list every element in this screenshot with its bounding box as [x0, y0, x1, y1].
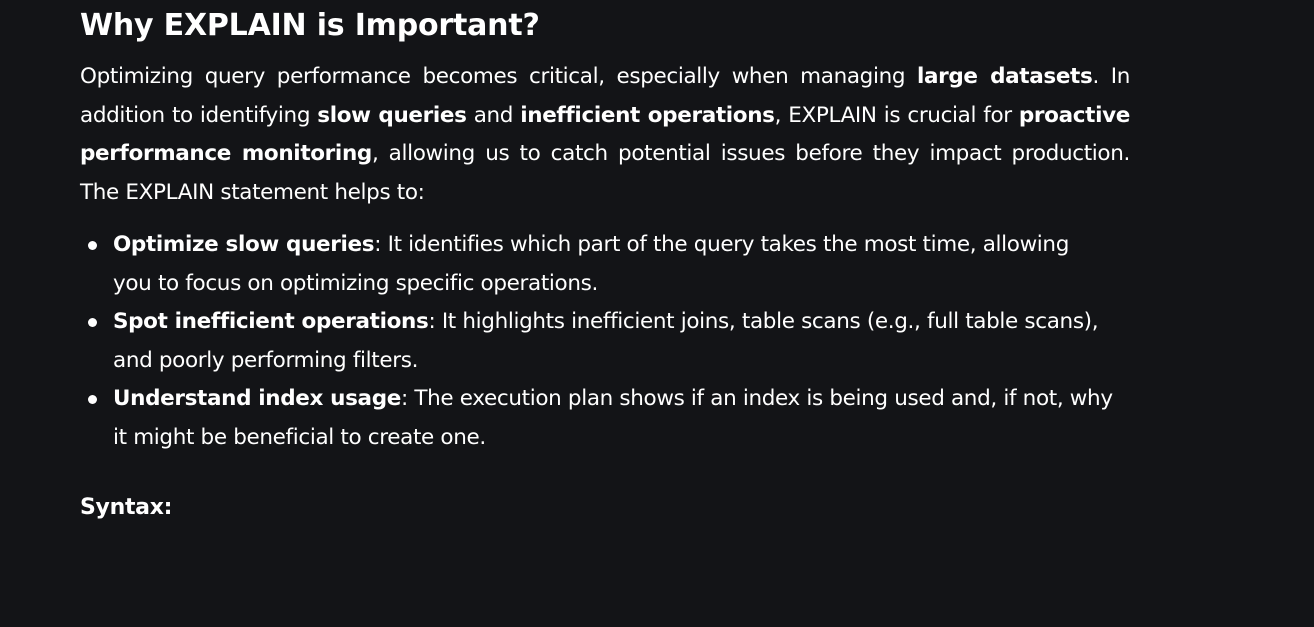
intro-text: , EXPLAIN is crucial for [774, 102, 1019, 128]
benefits-list: Optimize slow queries: It identifies whi… [80, 226, 1113, 457]
bullet-icon [88, 241, 97, 250]
list-item-term: Optimize slow queries [113, 232, 375, 257]
bullet-icon [88, 318, 97, 327]
intro-text: Optimizing query performance becomes cri… [80, 64, 917, 89]
syntax-label: Syntax: [80, 495, 173, 520]
bullet-icon [88, 395, 97, 404]
intro-bold-term: slow queries [317, 102, 467, 128]
intro-paragraph: Optimizing query performance becomes cri… [80, 58, 1130, 212]
intro-text: and [466, 102, 521, 128]
list-item: Spot inefficient operations: It highligh… [88, 303, 1113, 380]
list-item: Understand index usage: The execution pl… [88, 380, 1113, 457]
intro-bold-term: large datasets [916, 64, 1093, 89]
intro-bold-term: inefficient operations [520, 102, 775, 128]
list-item-term: Spot inefficient operations [113, 309, 429, 334]
list-item: Optimize slow queries: It identifies whi… [88, 226, 1113, 303]
list-item-term: Understand index usage [113, 386, 401, 411]
section-heading: Why EXPLAIN is Important? [80, 8, 540, 43]
article-body: Why EXPLAIN is Important? Optimizing que… [80, 0, 1130, 527]
